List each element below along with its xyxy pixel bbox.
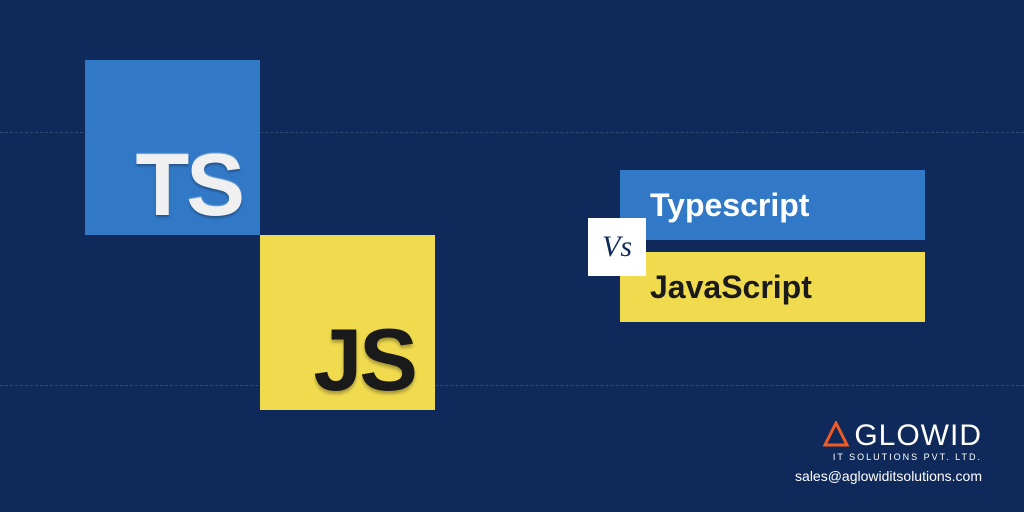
brand-email: sales@aglowiditsolutions.com bbox=[795, 468, 982, 484]
typescript-logo-text: TS bbox=[136, 141, 242, 229]
javascript-logo-text: JS bbox=[313, 316, 415, 404]
brand-tagline: IT SOLUTIONS PVT. LTD. bbox=[795, 452, 982, 462]
brand-name-row: GLOWID bbox=[795, 419, 982, 451]
javascript-label: JavaScript bbox=[620, 252, 925, 322]
vs-badge-text: Vs bbox=[602, 230, 632, 264]
javascript-logo-box: JS bbox=[260, 235, 435, 410]
typescript-logo-box: TS bbox=[85, 60, 260, 235]
brand-triangle-icon bbox=[823, 421, 849, 453]
decorative-dashed-line-bottom bbox=[0, 385, 1024, 386]
brand-name-text: GLOWID bbox=[854, 421, 982, 451]
brand-block: GLOWID IT SOLUTIONS PVT. LTD. sales@aglo… bbox=[795, 419, 982, 484]
typescript-label: Typescript bbox=[620, 170, 925, 240]
vs-badge: Vs bbox=[588, 218, 646, 276]
javascript-label-text: JavaScript bbox=[650, 269, 812, 306]
typescript-label-text: Typescript bbox=[650, 187, 809, 224]
